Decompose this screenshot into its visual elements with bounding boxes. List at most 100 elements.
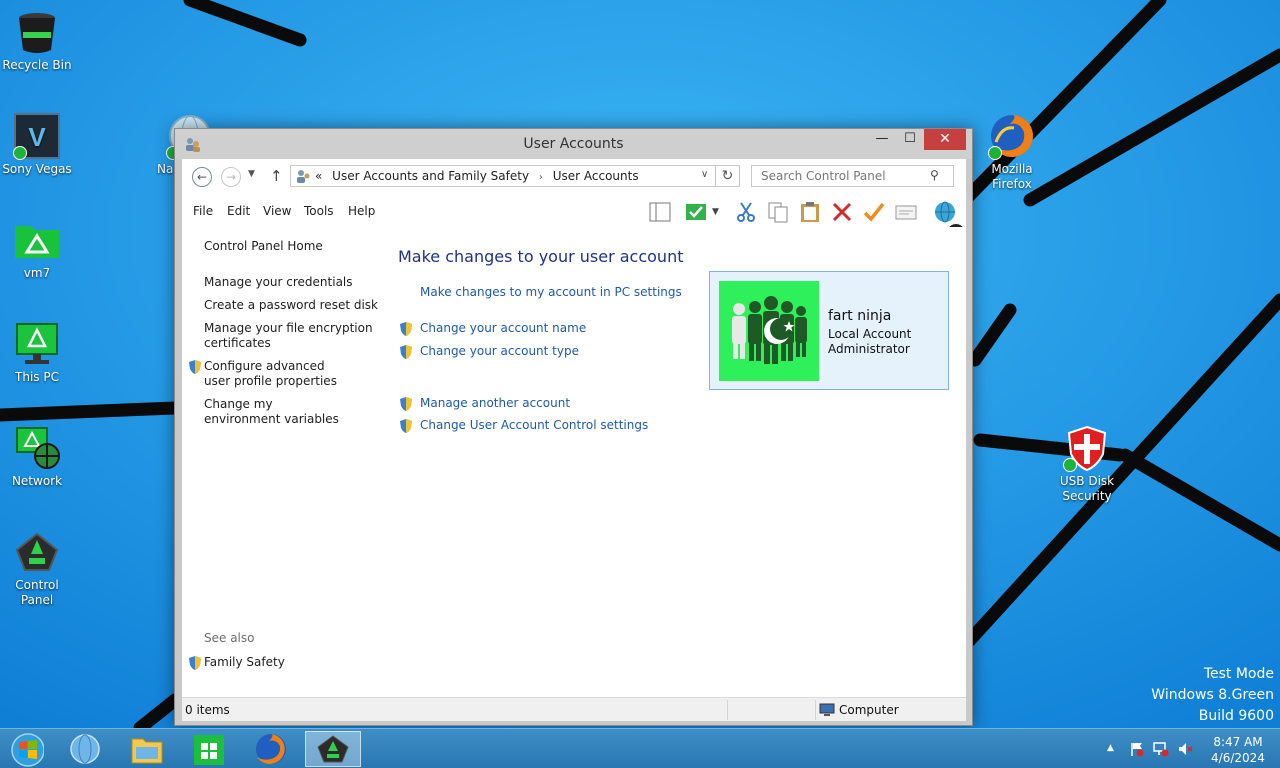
avatar[interactable] [719, 281, 819, 381]
checkmark-icon[interactable] [862, 200, 886, 224]
uac-shield-icon [189, 360, 201, 374]
status-divider [815, 700, 816, 720]
chevron-down-icon[interactable]: ▼ [712, 207, 719, 217]
desktop-icon-sony-vegas[interactable]: V Sony Vegas [0, 112, 74, 177]
watermark-line: Windows 8.Green [1151, 687, 1274, 703]
account-role: Administrator [828, 342, 910, 356]
uac-settings-link[interactable]: Change User Account Control settings [420, 418, 648, 432]
desktop-icon-firefox[interactable]: Mozilla Firefox [975, 112, 1049, 192]
pc-settings-link[interactable]: Make changes to my account in PC setting… [420, 285, 682, 299]
taskbar-store[interactable] [181, 731, 237, 767]
change-account-name-link[interactable]: Change your account name [420, 321, 586, 335]
shortcut-badge-icon [1063, 458, 1077, 472]
address-bar[interactable]: « User Accounts and Family Safety › User… [290, 165, 716, 187]
properties-icon[interactable] [894, 200, 918, 224]
search-input[interactable]: Search Control Panel [751, 165, 954, 187]
minimize-button[interactable]: — [868, 129, 896, 150]
test-mode-watermark: Test Mode Windows 8.Green Build 9600 [1151, 664, 1274, 727]
search-icon[interactable]: ⚲ [930, 168, 939, 182]
network-icon[interactable] [1153, 741, 1169, 757]
change-account-type-link[interactable]: Change your account type [420, 344, 579, 358]
maximize-button[interactable]: ☐ [896, 129, 924, 150]
menu-file[interactable]: File [193, 204, 213, 218]
menu-edit[interactable]: Edit [227, 204, 250, 218]
environment-variables-link[interactable]: Change my environment variables [204, 397, 349, 427]
taskbar-clock[interactable]: 8:47 AM 4/6/2024 [1208, 734, 1268, 766]
advanced-profile-link[interactable]: Configure advanced user profile properti… [204, 359, 349, 389]
layout-pane-icon[interactable] [648, 200, 672, 224]
uac-shield-icon [400, 419, 412, 433]
clock-date: 4/6/2024 [1211, 751, 1265, 765]
chevron-down-icon[interactable]: ∨ [701, 169, 708, 180]
cut-icon[interactable] [734, 200, 758, 224]
computer-icon [819, 703, 835, 716]
family-safety-link[interactable]: Family Safety [204, 655, 285, 669]
menu-help[interactable]: Help [348, 204, 375, 218]
taskbar-file-explorer[interactable] [119, 731, 175, 767]
shortcut-badge-icon [13, 146, 27, 160]
clock-time: 8:47 AM [1213, 735, 1263, 749]
uac-shield-icon [400, 345, 412, 359]
paste-icon[interactable] [798, 200, 822, 224]
user-accounts-icon [297, 170, 310, 183]
refresh-button[interactable]: ↻ [716, 165, 740, 187]
manage-credentials-link[interactable]: Manage your credentials [204, 275, 384, 290]
breadcrumb-separator[interactable]: › [539, 172, 543, 183]
close-button[interactable]: ✕ [924, 129, 966, 150]
desktop-icon-network[interactable]: Network [0, 424, 74, 489]
desktop-icon-vm7[interactable]: vm7 [0, 216, 74, 281]
desktop-icon-label: vm7 [23, 266, 51, 280]
menu-view[interactable]: View [263, 204, 291, 218]
up-button[interactable]: ↑ [270, 167, 283, 185]
control-panel-home-link[interactable]: Control Panel Home [204, 239, 384, 254]
window-titlebar[interactable]: User Accounts — ☐ ✕ [175, 129, 972, 159]
forward-button[interactable]: → [221, 167, 241, 187]
start-button[interactable] [4, 730, 44, 768]
user-group-icon [719, 281, 819, 381]
desktop-icon-control-panel[interactable]: Control Panel [0, 528, 74, 608]
taskbar-internet-explorer[interactable] [57, 731, 113, 767]
back-button[interactable]: ← [192, 167, 212, 187]
action-center-flag-icon[interactable] [1129, 741, 1145, 757]
password-reset-disk-link[interactable]: Create a password reset disk [204, 298, 384, 313]
taskbar: ▲ 8:47 AM 4/6/2024 [0, 728, 1280, 768]
desktop-icon-label: Control Panel [15, 578, 59, 607]
show-hidden-icons-button[interactable]: ▲ [1107, 743, 1114, 753]
desktop-icon-usb-disk-security[interactable]: USB Disk Security [1050, 424, 1124, 504]
uac-shield-icon [189, 656, 201, 670]
recent-locations-dropdown[interactable]: ▼ [248, 169, 255, 179]
folder-icon [15, 226, 59, 258]
copy-icon[interactable] [766, 200, 790, 224]
globe-icon[interactable] [933, 200, 957, 224]
network-icon [16, 427, 60, 469]
account-name: fart ninja [828, 308, 892, 324]
recycle-bin-icon [19, 13, 55, 53]
taskbar-firefox[interactable] [243, 731, 299, 767]
folder-icon [131, 738, 163, 764]
file-encryption-link[interactable]: Manage your file encryption certificates [204, 321, 374, 351]
breadcrumb-item[interactable]: User Accounts [553, 169, 639, 183]
status-item-count: 0 items [185, 703, 230, 717]
svg-text:V: V [28, 122, 46, 152]
volume-muted-icon[interactable] [1177, 741, 1193, 757]
taskbar-control-panel[interactable] [305, 731, 361, 767]
delete-icon[interactable] [830, 200, 854, 224]
watermark-line: Build 9600 [1198, 708, 1274, 724]
desktop-icon-this-pc[interactable]: This PC [0, 320, 74, 385]
navigation-bar: ← → ▼ ↑ « User Accounts and Family Safet… [182, 159, 966, 195]
window-title: User Accounts [523, 136, 624, 152]
breadcrumb-overflow[interactable]: « [315, 169, 322, 183]
control-panel-icon [317, 735, 349, 763]
breadcrumb-item[interactable]: User Accounts and Family Safety [332, 169, 529, 183]
desktop-icon-recycle-bin[interactable]: Recycle Bin [0, 8, 74, 73]
shortcut-badge-icon [988, 146, 1002, 160]
account-card: fart ninja Local Account Administrator [709, 271, 949, 390]
account-type: Local Account [828, 327, 912, 341]
menu-tools[interactable]: Tools [304, 204, 334, 218]
manage-another-account-link[interactable]: Manage another account [420, 396, 570, 410]
control-panel-icon [15, 532, 59, 571]
firefox-icon [256, 734, 286, 764]
checklist-icon[interactable] [684, 200, 708, 224]
globe-icon [70, 734, 100, 764]
breadcrumb: « User Accounts and Family Safety › User… [315, 169, 645, 183]
